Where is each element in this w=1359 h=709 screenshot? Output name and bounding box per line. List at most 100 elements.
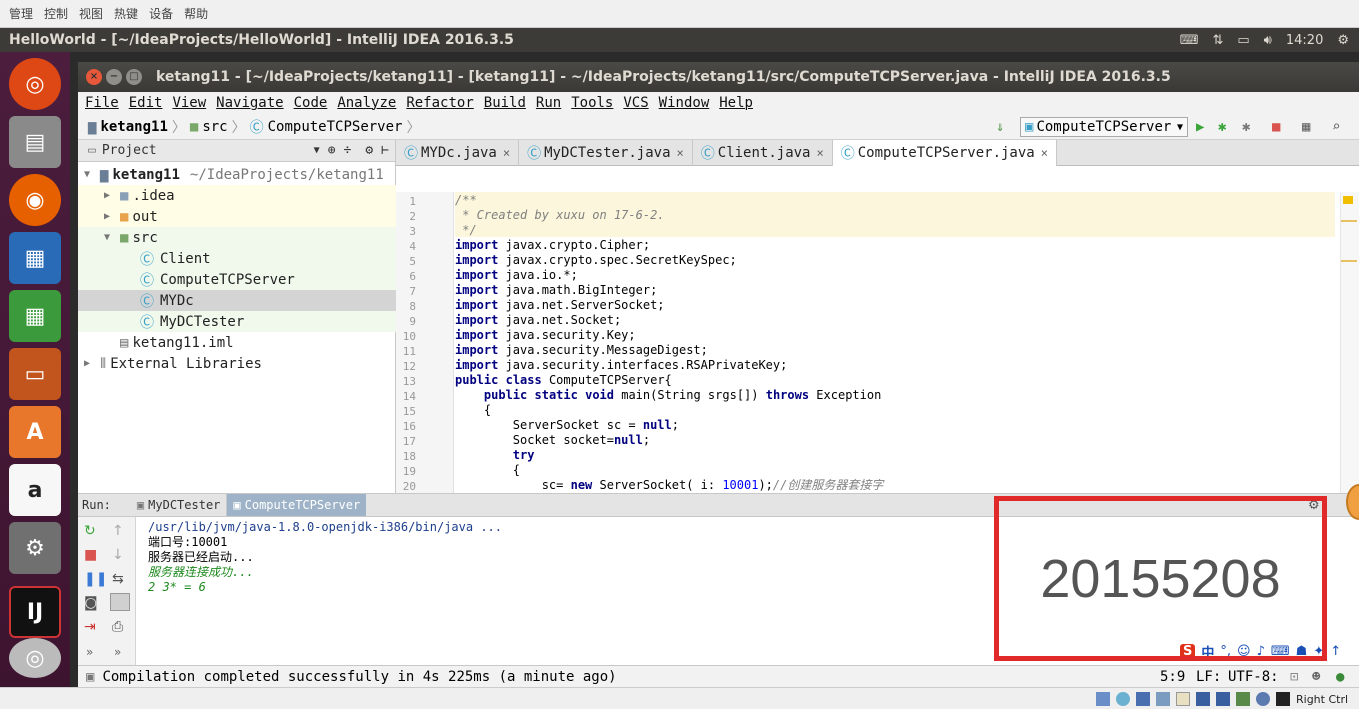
tree-item-root[interactable]: ▼ ▆ ketang11 ~/IdeaProjects/ketang11 xyxy=(78,164,396,185)
run-config-select[interactable]: ▣ ComputeTCPServer ▼ xyxy=(1020,117,1188,137)
code-line[interactable]: import java.security.Key; xyxy=(455,328,636,343)
pause-icon[interactable]: ❚❚ xyxy=(84,571,107,587)
tree-item-client[interactable]: Ⓒ Client xyxy=(78,248,396,269)
close-window-button[interactable]: × xyxy=(86,69,102,85)
code-line[interactable]: ServerSocket sc = null; xyxy=(455,418,679,433)
shared-folder-icon[interactable] xyxy=(1176,692,1190,706)
run-tab-computetcpserver[interactable]: ▣ ComputeTCPServer xyxy=(227,494,367,516)
volume-icon[interactable]: 🔊︎ xyxy=(1264,33,1272,48)
tree-item-mydc[interactable]: Ⓒ MYDc xyxy=(78,290,396,311)
exit-icon[interactable]: ⇥ xyxy=(84,619,96,635)
lock-icon[interactable]: ⊡ xyxy=(1290,669,1298,685)
audio-icon[interactable] xyxy=(1136,692,1150,706)
video-capture-icon[interactable] xyxy=(1236,692,1250,706)
menu-window[interactable]: Window xyxy=(659,95,710,111)
vcs-update-icon[interactable]: ⇓ xyxy=(996,119,1004,135)
code-line[interactable]: { xyxy=(455,403,491,418)
harddisk-icon[interactable] xyxy=(1096,692,1110,706)
menu-run[interactable]: Run xyxy=(536,95,561,111)
vbox-menu-help[interactable]: 帮助 xyxy=(184,5,208,22)
close-icon[interactable]: × xyxy=(503,146,510,160)
vbox-menu-manage[interactable]: 管理 xyxy=(9,5,33,22)
down-arrow-icon[interactable]: ↓ xyxy=(112,547,124,563)
code-line[interactable]: import java.net.Socket; xyxy=(455,313,621,328)
breadcrumb-class[interactable]: ComputeTCPServer xyxy=(268,119,403,135)
menu-file[interactable]: File xyxy=(85,95,119,111)
project-pane-title[interactable]: Project xyxy=(102,143,157,158)
menu-edit[interactable]: Edit xyxy=(129,95,163,111)
menu-build[interactable]: Build xyxy=(484,95,526,111)
network-icon[interactable]: ⇅ xyxy=(1212,33,1223,48)
tree-item-computetcpserver[interactable]: Ⓒ ComputeTCPServer xyxy=(78,269,396,290)
chevron-down-icon[interactable]: ▼ xyxy=(314,145,320,156)
tree-item-out[interactable]: ▶ ■ out xyxy=(78,206,396,227)
camera-icon[interactable]: ◙ xyxy=(84,595,98,611)
tree-item-iml[interactable]: ▤ ketang11.iml xyxy=(78,332,396,353)
vbox-menu-control[interactable]: 控制 xyxy=(44,5,68,22)
file-encoding[interactable]: UTF-8: xyxy=(1228,669,1279,685)
code-line[interactable]: * Created by xuxu on 17-6-2. xyxy=(455,208,664,223)
code-line[interactable]: /** xyxy=(455,193,477,208)
tree-item-src[interactable]: ▼ ■ src xyxy=(78,227,396,248)
tab-mydc[interactable]: Ⓒ MYDc.java × xyxy=(396,140,520,166)
tab-client[interactable]: Ⓒ Client.java × xyxy=(693,140,833,166)
code-line[interactable]: import java.io.*; xyxy=(455,268,578,283)
toggle-panels-icon[interactable]: ▣ xyxy=(86,669,94,685)
intellij-icon[interactable]: IJ xyxy=(9,586,61,638)
firefox-icon[interactable]: ◉ xyxy=(9,174,61,226)
code-line[interactable]: import java.net.ServerSocket; xyxy=(455,298,665,313)
calc-icon[interactable]: ▦ xyxy=(9,290,61,342)
display-icon[interactable] xyxy=(1196,692,1210,706)
line-separator[interactable]: LF: xyxy=(1196,669,1221,685)
minimize-window-button[interactable]: − xyxy=(106,69,122,85)
clock[interactable]: 14:20 xyxy=(1286,33,1323,48)
collapse-icon[interactable]: ÷ xyxy=(344,143,352,158)
run-icon[interactable]: ▶ xyxy=(1196,119,1204,135)
menu-analyze[interactable]: Analyze xyxy=(337,95,396,111)
menu-refactor[interactable]: Refactor xyxy=(406,95,473,111)
code-line[interactable]: import javax.crypto.Cipher; xyxy=(455,238,650,253)
code-line[interactable]: import javax.crypto.spec.SecretKeySpec; xyxy=(455,253,737,268)
tab-mydctester[interactable]: Ⓒ MyDCTester.java × xyxy=(519,140,693,166)
files-icon[interactable]: ▤ xyxy=(9,116,61,168)
tab-computetcpserver[interactable]: Ⓒ ComputeTCPServer.java × xyxy=(832,140,1057,166)
menu-navigate[interactable]: Navigate xyxy=(216,95,283,111)
inspector-icon[interactable]: ☻ xyxy=(1312,669,1320,685)
code-line[interactable]: */ xyxy=(455,223,476,238)
ubuntu-dash-icon[interactable]: ◎ xyxy=(9,58,61,110)
coverage-icon[interactable]: ✱ xyxy=(1242,119,1250,135)
code-line[interactable]: { xyxy=(455,463,520,478)
more-icon[interactable]: » xyxy=(114,645,121,659)
scroll-to-end-icon[interactable] xyxy=(110,593,130,611)
menu-view[interactable]: View xyxy=(172,95,206,111)
gear-icon[interactable]: ⚙ xyxy=(365,143,373,158)
code-line[interactable]: Socket socket=null; xyxy=(455,433,650,448)
power-gear-icon[interactable]: ⚙ xyxy=(1337,33,1349,48)
amazon-icon[interactable]: a xyxy=(9,464,61,516)
rerun-icon[interactable]: ↻ xyxy=(84,523,96,539)
code-line[interactable]: import java.security.MessageDigest; xyxy=(455,343,708,358)
console-line-input[interactable]: 2 3* = 6 xyxy=(148,580,206,595)
more-icon[interactable]: » xyxy=(86,645,93,659)
menu-tools[interactable]: Tools xyxy=(571,95,613,111)
close-icon[interactable]: × xyxy=(1041,146,1048,160)
menu-vcs[interactable]: VCS xyxy=(623,95,648,111)
code-line[interactable]: public static void main(String srgs[]) t… xyxy=(455,388,881,403)
search-icon[interactable]: ⌕ xyxy=(1332,119,1340,135)
close-icon[interactable]: × xyxy=(677,146,684,160)
usb-icon[interactable] xyxy=(1156,692,1170,706)
caret-position[interactable]: 5:9 xyxy=(1160,669,1185,685)
code-line[interactable]: public class ComputeTCPServer{ xyxy=(455,373,672,388)
breadcrumb-project[interactable]: ketang11 xyxy=(100,119,167,135)
optical-drive-icon[interactable] xyxy=(1116,692,1130,706)
run-tab-mydctester[interactable]: ▣ MyDCTester xyxy=(131,494,228,516)
tree-item-mydctester[interactable]: Ⓒ MyDCTester xyxy=(78,311,396,332)
hide-icon[interactable]: ⊢ xyxy=(381,143,389,158)
disc-icon[interactable]: ◎ xyxy=(9,638,61,678)
battery-icon[interactable]: ▭ xyxy=(1237,33,1249,48)
software-center-icon[interactable]: A xyxy=(9,406,61,458)
writer-icon[interactable]: ▦ xyxy=(9,232,61,284)
notifications-icon[interactable]: ● xyxy=(1336,669,1344,685)
maximize-window-button[interactable]: □ xyxy=(126,69,142,85)
code-line[interactable]: try xyxy=(455,448,535,463)
